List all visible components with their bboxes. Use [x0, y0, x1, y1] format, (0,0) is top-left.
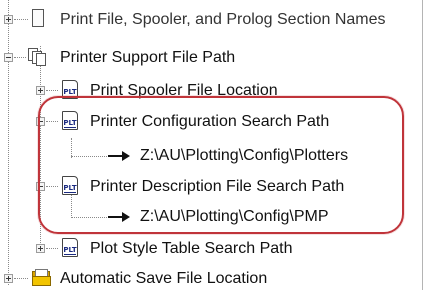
- tree-item-plot-style-table-search-path[interactable]: PLT Plot Style Table Search Path: [0, 238, 422, 262]
- options-files-tree: Print File, Spooler, and Prolog Section …: [0, 0, 422, 290]
- tree-connector: [14, 57, 26, 58]
- expand-button[interactable]: [36, 86, 45, 95]
- tree-item-label: Automatic Save File Location: [60, 270, 268, 287]
- expand-button[interactable]: [36, 244, 45, 253]
- tree-item-label: Plot Style Table Search Path: [90, 240, 293, 257]
- tree-item-automatic-save-file-location[interactable]: Automatic Save File Location: [0, 268, 422, 292]
- tree-connector: [14, 19, 28, 20]
- panel-border: [422, 0, 423, 290]
- document-icon: [32, 9, 44, 27]
- expand-button[interactable]: [4, 15, 13, 24]
- multi-document-icon: [28, 48, 47, 66]
- tree-connector: [14, 278, 28, 279]
- tree-item-printer-support-file-path[interactable]: Printer Support File Path: [0, 47, 422, 71]
- tree-connector: [46, 248, 58, 249]
- tree-item-label: Printer Support File Path: [60, 49, 236, 66]
- folder-icon: [32, 269, 52, 286]
- expand-button[interactable]: [4, 274, 13, 283]
- collapse-button[interactable]: [4, 53, 13, 62]
- tree-connector: [46, 90, 58, 91]
- plt-file-icon: PLT: [62, 238, 78, 257]
- tree-item-label: Print File, Spooler, and Prolog Section …: [60, 11, 386, 28]
- tree-item-print-file-spooler[interactable]: Print File, Spooler, and Prolog Section …: [0, 9, 422, 33]
- highlight-annotation: [38, 96, 404, 234]
